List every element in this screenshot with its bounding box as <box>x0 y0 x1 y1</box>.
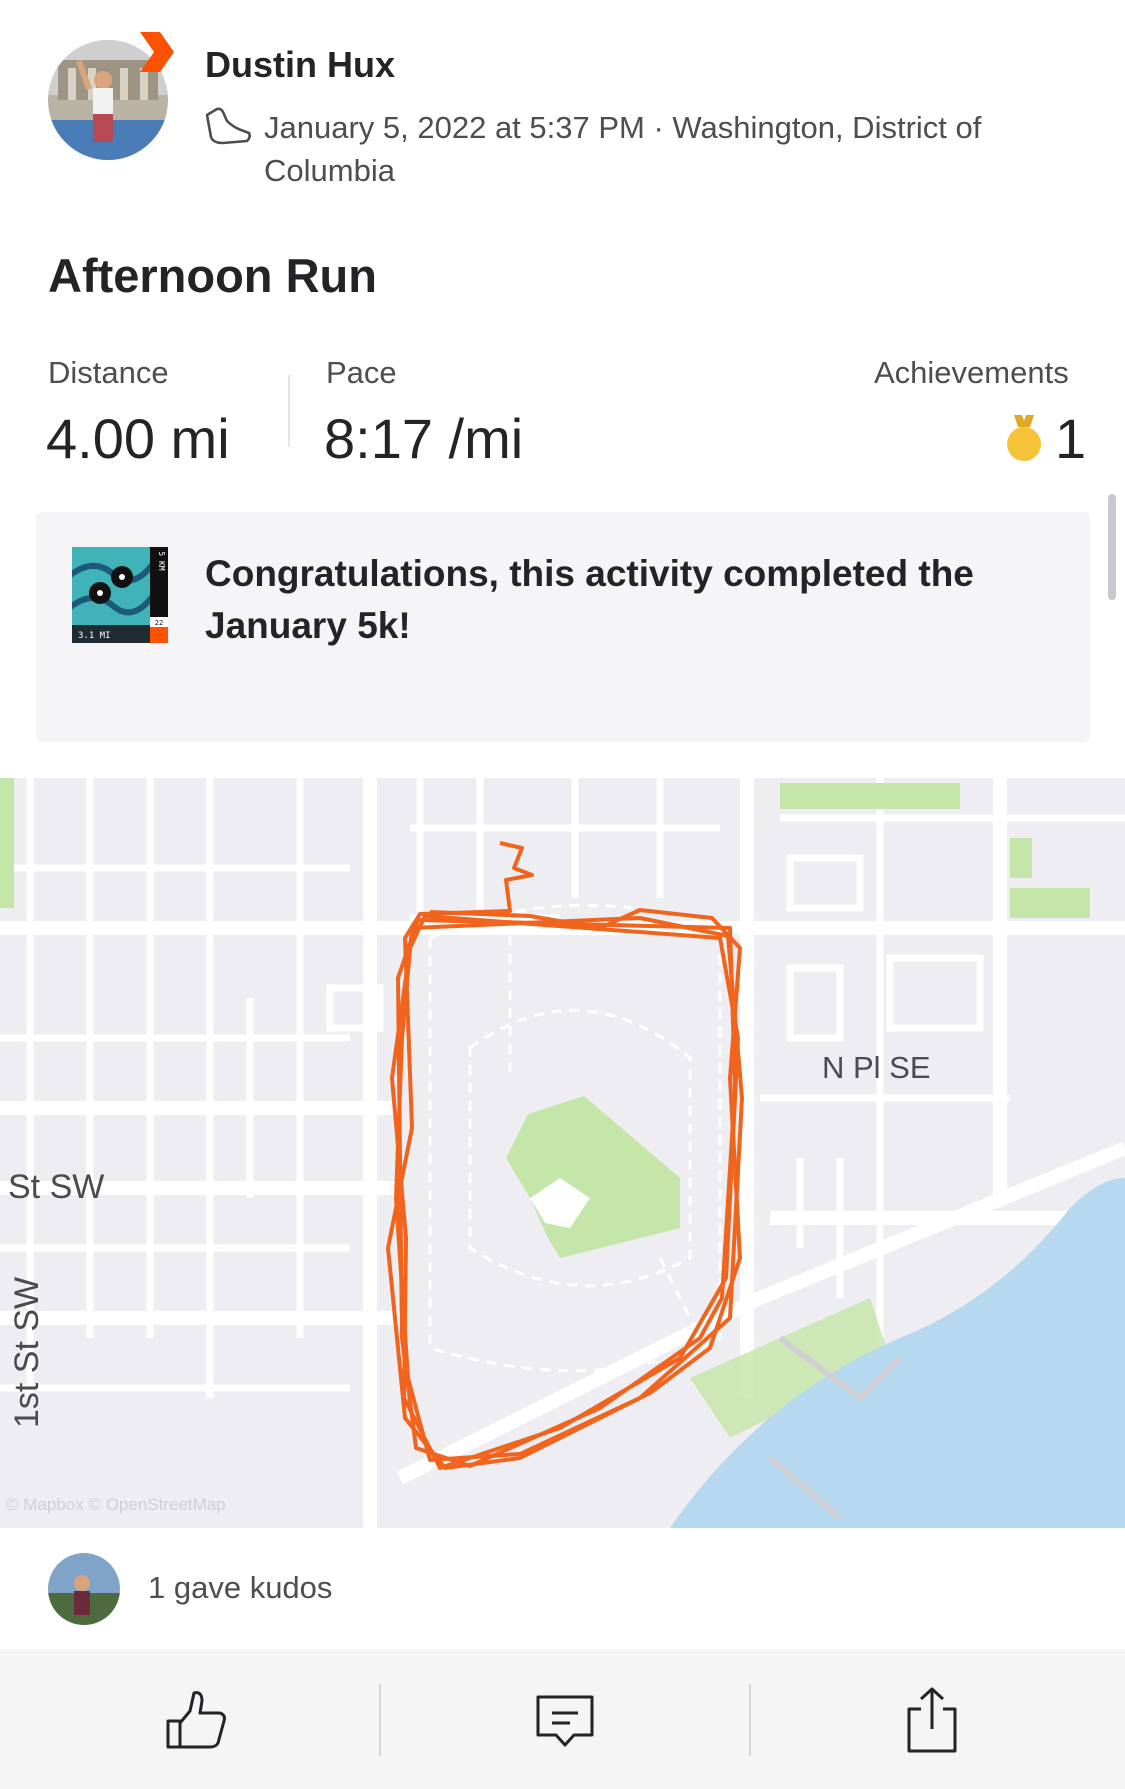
thumbs-up-icon[interactable] <box>162 1685 232 1755</box>
comment-icon[interactable] <box>530 1685 600 1755</box>
challenge-badge-image[interactable]: 5 KM 3.1 MI 22 <box>72 547 168 643</box>
achievements-value: 1 <box>1055 407 1087 470</box>
kudos-count[interactable]: 1 gave kudos <box>148 1570 332 1606</box>
kudos-avatar[interactable] <box>48 1553 120 1625</box>
subscriber-badge-icon <box>140 32 174 72</box>
action-divider <box>749 1684 751 1756</box>
action-divider <box>379 1684 381 1756</box>
distance-value: 4.00 mi <box>46 407 230 470</box>
badge-km-text: 5 KM <box>157 551 166 570</box>
distance-label: Distance <box>48 355 169 390</box>
activity-title: Afternoon Run <box>48 249 377 302</box>
achievements-label: Achievements <box>874 355 1069 390</box>
route-map[interactable]: N Pl SE St SW 1st St SW <box>0 778 1125 1528</box>
medal-icon <box>1007 415 1041 461</box>
pace-label: Pace <box>326 355 397 390</box>
street-label-1st-st-sw: 1st St SW <box>8 1277 46 1428</box>
shoe-icon <box>205 107 251 145</box>
pace-value: 8:17 /mi <box>324 407 524 470</box>
badge-mi-text: 3.1 MI <box>78 631 111 641</box>
athlete-name[interactable]: Dustin Hux <box>205 44 395 86</box>
stat-divider <box>288 375 290 447</box>
map-attribution[interactable]: © Mapbox © OpenStreetMap <box>6 1495 226 1515</box>
activity-meta: January 5, 2022 at 5:37 PM · Washington,… <box>264 110 982 188</box>
street-label-n-pl-se: N Pl SE <box>822 1050 931 1085</box>
challenge-message: Congratulations, this activity completed… <box>205 553 974 646</box>
street-label-st-sw: St SW <box>8 1168 104 1206</box>
share-icon[interactable] <box>897 1685 967 1755</box>
scrollbar[interactable] <box>1108 494 1116 600</box>
badge-year-text: 22 <box>155 619 163 627</box>
